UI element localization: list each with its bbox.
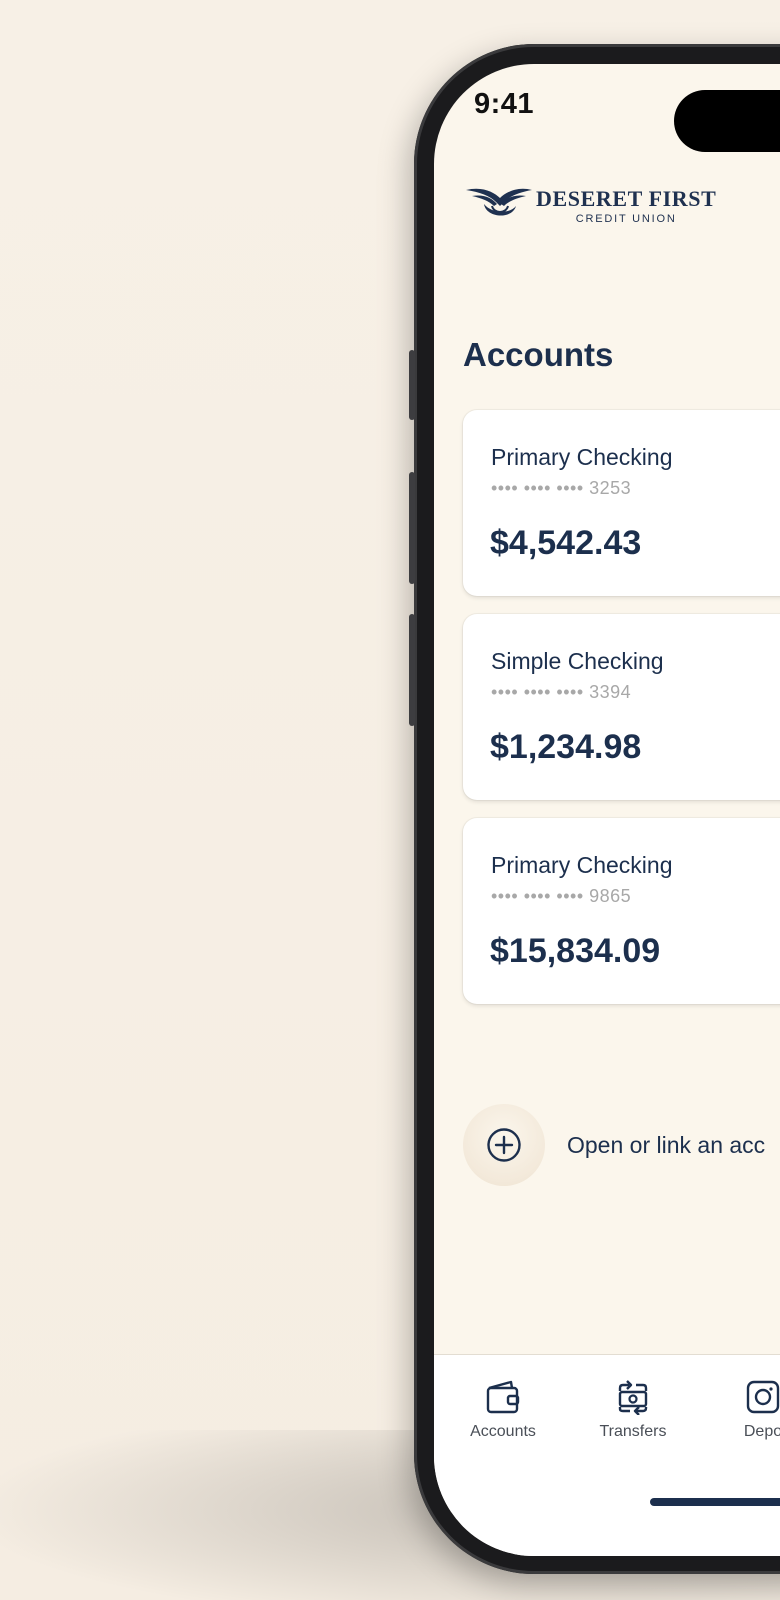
account-card[interactable]: Primary Checking •••• •••• •••• 9865 $15… <box>463 818 780 1004</box>
volume-up-button <box>409 472 415 584</box>
account-number: •••• •••• •••• 3394 <box>491 682 632 702</box>
volume-down-button <box>409 614 415 726</box>
open-link-account-button[interactable]: Open or link an acc <box>463 1104 765 1186</box>
eagle-logo-icon <box>466 188 532 216</box>
account-card[interactable]: Simple Checking •••• •••• •••• 3394 $1,2… <box>463 614 780 800</box>
tab-transfers[interactable]: Transfers <box>568 1379 698 1441</box>
tab-deposit[interactable]: Depo <box>698 1379 780 1441</box>
home-indicator <box>650 1498 780 1506</box>
account-balance: $15,834.09 <box>490 932 661 970</box>
marketing-backdrop: 9:41 DESERET FIRST CREDIT UNION Accounts… <box>0 0 780 1600</box>
tab-label: Accounts <box>470 1423 536 1440</box>
status-time: 9:41 <box>474 88 535 120</box>
account-balance: $1,234.98 <box>490 728 642 766</box>
tab-label: Depo <box>743 1423 780 1440</box>
transfer-icon <box>618 1380 648 1415</box>
tab-label: Transfers <box>599 1423 667 1440</box>
bottom-tab-bar: Accounts Transfers Depo <box>434 1354 780 1556</box>
open-link-account-label: Open or link an acc <box>567 1131 766 1158</box>
account-number: •••• •••• •••• 3253 <box>491 478 632 498</box>
brand-subtitle: CREDIT UNION <box>575 212 677 225</box>
brand-logo: DESERET FIRST CREDIT UNION <box>464 184 716 226</box>
account-card[interactable]: Primary Checking •••• •••• •••• 3253 $4,… <box>463 410 780 596</box>
account-balance: $4,542.43 <box>490 524 642 562</box>
deposit-icon <box>746 1380 780 1414</box>
account-name: Simple Checking <box>491 648 664 674</box>
dynamic-island <box>674 90 780 152</box>
brand-name: DESERET FIRST <box>536 185 717 211</box>
plus-circle-icon <box>487 1128 521 1162</box>
account-name: Primary Checking <box>491 444 673 470</box>
add-button[interactable] <box>463 1104 545 1186</box>
tab-accounts[interactable]: Accounts <box>438 1379 568 1441</box>
phone-screen: 9:41 DESERET FIRST CREDIT UNION Accounts… <box>434 64 780 1556</box>
wallet-icon <box>486 1380 520 1414</box>
account-number: •••• •••• •••• 9865 <box>491 886 632 906</box>
account-name: Primary Checking <box>491 852 673 878</box>
action-button <box>409 350 415 420</box>
page-title: Accounts <box>463 336 614 373</box>
